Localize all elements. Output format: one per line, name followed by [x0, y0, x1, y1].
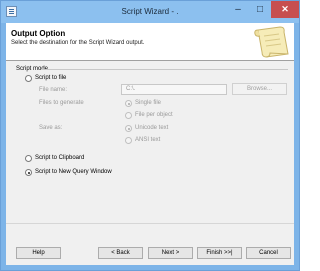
script-to-file-label: Script to file — [35, 75, 67, 81]
file-name-field[interactable]: C:\. — [121, 84, 227, 95]
page-subtitle: Select the destination for the Script Wi… — [11, 40, 145, 46]
file-per-object-radio[interactable] — [125, 112, 132, 119]
script-to-new-query-window-label: Script to New Query Window — [35, 169, 112, 175]
header-banner: Output Option Select the destination for… — [6, 23, 294, 61]
scroll-icon — [254, 26, 289, 58]
dialog-client-area: Output Option Select the destination for… — [6, 23, 294, 265]
close-button[interactable]: ✕ — [271, 1, 299, 18]
single-file-radio[interactable] — [125, 100, 132, 107]
page-title: Output Option — [11, 29, 66, 38]
footer-divider — [6, 223, 294, 224]
script-to-file-radio[interactable] — [25, 75, 32, 82]
script-to-new-query-window-radio[interactable] — [25, 169, 32, 176]
files-to-generate-label: Files to generate — [39, 100, 84, 106]
save-as-label: Save as: — [39, 125, 63, 131]
file-per-object-label: File per object — [135, 112, 173, 118]
browse-button[interactable]: Browse... — [232, 83, 287, 95]
script-to-clipboard-radio[interactable] — [25, 155, 32, 162]
ansi-text-label: ANSI text — [135, 137, 161, 143]
minimize-button[interactable]: – — [227, 1, 249, 18]
ansi-text-radio[interactable] — [125, 137, 132, 144]
script-wizard-window: Script Wizard - . – □ ✕ Output Option Se… — [0, 0, 300, 271]
maximize-button[interactable]: □ — [249, 1, 271, 18]
cancel-button[interactable]: Cancel — [246, 247, 291, 259]
back-button[interactable]: < Back — [98, 247, 143, 259]
help-button[interactable]: Help — [16, 247, 61, 259]
single-file-label: Single file — [135, 100, 162, 106]
unicode-text-label: Unicode text — [135, 125, 169, 131]
section-divider — [42, 69, 288, 70]
unicode-text-radio[interactable] — [125, 125, 132, 132]
file-name-label: File name: — [39, 87, 68, 93]
next-button[interactable]: Next > — [148, 247, 193, 259]
finish-button[interactable]: Finish >>| — [197, 247, 242, 259]
script-to-clipboard-label: Script to Clipboard — [35, 155, 85, 161]
title-bar[interactable]: Script Wizard - . – □ ✕ — [1, 1, 299, 23]
